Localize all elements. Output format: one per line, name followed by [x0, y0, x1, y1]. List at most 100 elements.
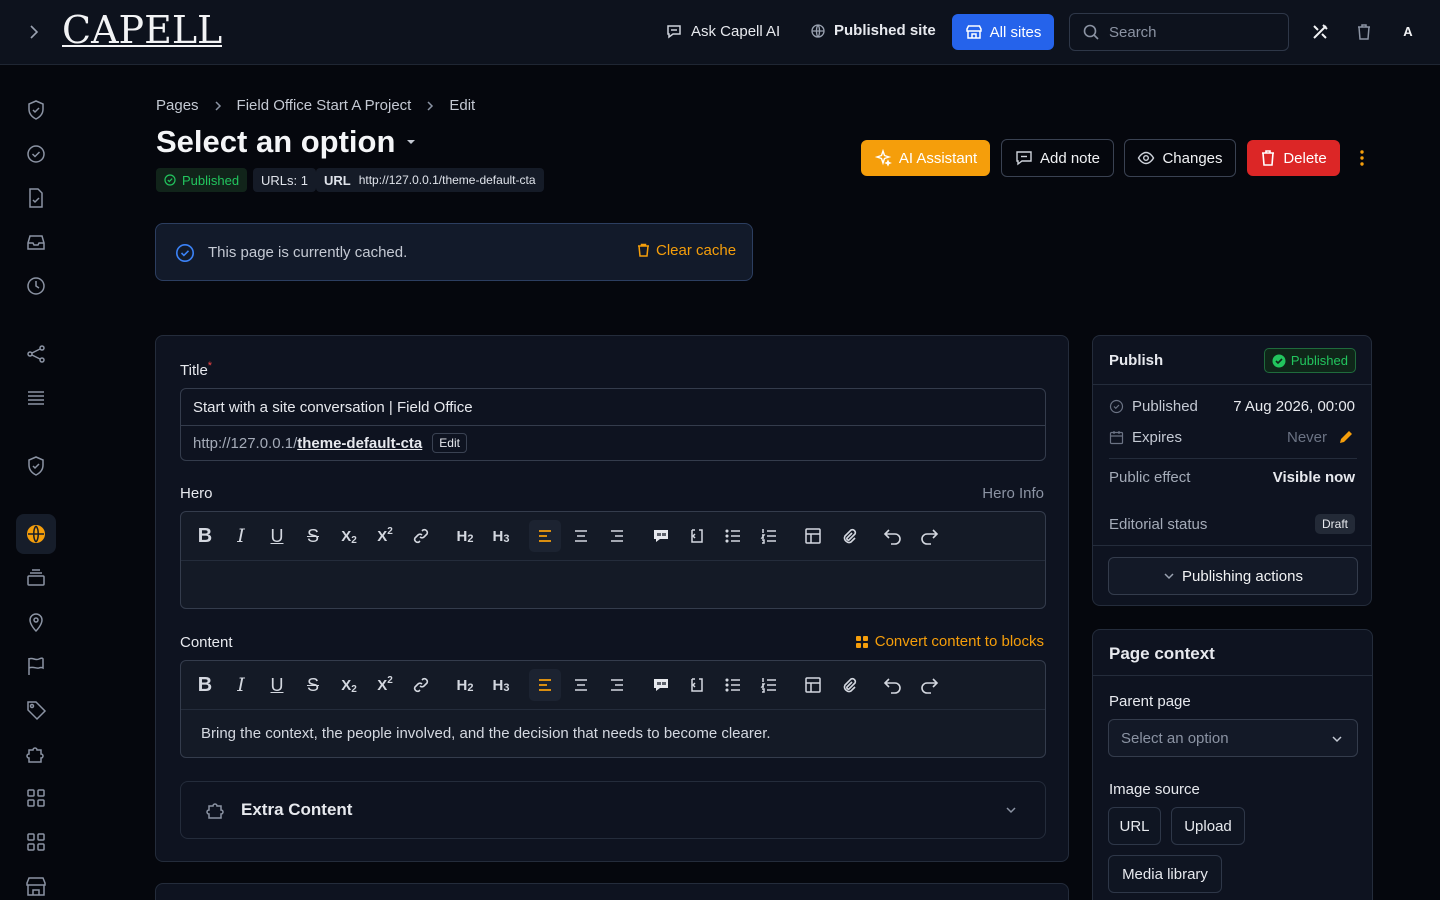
expires-row: Expires Never — [1109, 428, 1355, 446]
link-icon[interactable] — [405, 669, 437, 701]
heading2-icon[interactable]: H2 — [449, 669, 481, 701]
align-right-icon[interactable] — [601, 669, 633, 701]
search-icon — [1082, 23, 1100, 41]
flag-icon[interactable] — [16, 646, 56, 686]
superscript-icon[interactable]: X2 — [369, 520, 401, 552]
align-center-icon[interactable] — [565, 669, 597, 701]
location-pin-icon[interactable] — [16, 602, 56, 642]
italic-icon[interactable]: I — [225, 669, 257, 701]
puzzle-icon[interactable] — [16, 734, 56, 774]
align-left-icon[interactable] — [529, 520, 561, 552]
shield-icon[interactable] — [16, 446, 56, 486]
italic-icon[interactable]: I — [225, 520, 257, 552]
sparkles-icon — [874, 149, 892, 167]
clear-cache-button[interactable]: Clear cache — [637, 242, 736, 259]
bold-icon[interactable]: B — [189, 520, 221, 552]
ordered-list-icon[interactable] — [753, 669, 785, 701]
search-box[interactable]: Search — [1069, 13, 1289, 51]
document-check-icon[interactable] — [16, 178, 56, 218]
url-chip[interactable]: URL http://127.0.0.1/theme-default-cta — [316, 168, 544, 192]
list-icon[interactable] — [16, 378, 56, 418]
source-media-library-button[interactable]: Media library — [1108, 855, 1222, 893]
bold-icon[interactable]: B — [189, 669, 221, 701]
published-row: Published 7 Aug 2026, 00:00 — [1109, 398, 1355, 415]
undo-icon[interactable] — [877, 669, 909, 701]
content-editor-body[interactable]: Bring the context, the people involved, … — [181, 711, 1045, 757]
published-site-label: Published site — [834, 22, 936, 39]
puzzle-small-icon — [205, 799, 227, 821]
breadcrumb-page[interactable]: Field Office Start A Project — [237, 97, 412, 114]
heading2-icon[interactable]: H2 — [449, 520, 481, 552]
cache-notice: This page is currently cached. Clear cac… — [155, 223, 753, 281]
slug-link[interactable]: theme-default-cta — [297, 435, 422, 452]
parent-page-select[interactable]: Select an option — [1108, 719, 1358, 757]
clock-icon[interactable] — [16, 266, 56, 306]
link-icon[interactable] — [405, 520, 437, 552]
attachment-icon[interactable] — [833, 669, 865, 701]
published-site-link[interactable]: Published site — [810, 22, 936, 39]
ordered-list-icon[interactable] — [753, 520, 785, 552]
breadcrumb-pages[interactable]: Pages — [156, 97, 199, 114]
stack-icon[interactable] — [16, 558, 56, 598]
source-upload-button[interactable]: Upload — [1171, 807, 1245, 845]
redo-icon[interactable] — [913, 669, 945, 701]
title-input[interactable]: Start with a site conversation | Field O… — [181, 389, 1045, 426]
undo-icon[interactable] — [877, 520, 909, 552]
redo-icon[interactable] — [913, 520, 945, 552]
inbox-icon[interactable] — [16, 222, 56, 262]
check-badge-icon — [175, 243, 195, 263]
ai-assistant-button[interactable]: AI Assistant — [861, 140, 990, 176]
grid-icon[interactable] — [16, 778, 56, 818]
align-right-icon[interactable] — [601, 520, 633, 552]
quote-icon[interactable] — [645, 669, 677, 701]
align-center-icon[interactable] — [565, 520, 597, 552]
tools-icon[interactable] — [1310, 22, 1330, 42]
building-icon[interactable] — [16, 866, 56, 900]
publish-panel: Publish Published Published 7 Aug 2026, … — [1092, 335, 1372, 606]
convert-blocks-button[interactable]: Convert content to blocks — [855, 633, 1044, 650]
hero-editor-body[interactable] — [181, 562, 1045, 608]
subscript-icon[interactable]: X2 — [333, 520, 365, 552]
pencil-icon[interactable] — [1337, 428, 1355, 446]
heading3-icon[interactable]: H3 — [485, 669, 517, 701]
all-sites-button[interactable]: All sites — [952, 14, 1054, 50]
quote-icon[interactable] — [645, 520, 677, 552]
attachment-icon[interactable] — [833, 520, 865, 552]
code-block-icon[interactable] — [681, 520, 713, 552]
changes-button[interactable]: Changes — [1124, 139, 1236, 177]
bullet-list-icon[interactable] — [717, 669, 749, 701]
subscript-icon[interactable]: X2 — [333, 669, 365, 701]
heading3-icon[interactable]: H3 — [485, 520, 517, 552]
strikethrough-icon[interactable]: S — [297, 669, 329, 701]
add-note-button[interactable]: Add note — [1001, 139, 1114, 177]
source-url-button[interactable]: URL — [1108, 807, 1161, 845]
ask-ai-link[interactable]: Ask Capell AI — [665, 22, 780, 40]
grid-alt-icon[interactable] — [16, 822, 56, 862]
avatar[interactable]: A — [1398, 20, 1418, 42]
share-icon[interactable] — [16, 334, 56, 374]
check-circle-icon[interactable] — [16, 134, 56, 174]
table-icon[interactable] — [797, 669, 829, 701]
publishing-actions-button[interactable]: Publishing actions — [1108, 557, 1358, 595]
capell-logo[interactable]: CAPELL — [62, 10, 222, 50]
table-icon[interactable] — [797, 520, 829, 552]
avatar-initial: A — [1403, 23, 1413, 39]
slug-edit-button[interactable]: Edit — [432, 433, 467, 453]
underline-icon[interactable]: U — [261, 520, 293, 552]
delete-button[interactable]: Delete — [1247, 140, 1340, 176]
url-value: http://127.0.0.1/theme-default-cta — [358, 173, 536, 187]
underline-icon[interactable]: U — [261, 669, 293, 701]
tag-icon[interactable] — [16, 690, 56, 730]
globe-nav-icon[interactable] — [16, 514, 56, 554]
page-title-select[interactable]: Select an option — [156, 124, 417, 160]
extra-content-section[interactable]: Extra Content — [180, 781, 1046, 839]
align-left-icon[interactable] — [529, 669, 561, 701]
trash-icon[interactable] — [1354, 22, 1374, 42]
expand-sidebar-icon[interactable] — [24, 22, 44, 42]
more-vertical-icon[interactable] — [1356, 148, 1368, 168]
strikethrough-icon[interactable]: S — [297, 520, 329, 552]
superscript-icon[interactable]: X2 — [369, 669, 401, 701]
bullet-list-icon[interactable] — [717, 520, 749, 552]
code-block-icon[interactable] — [681, 669, 713, 701]
shield-check-icon[interactable] — [16, 90, 56, 130]
